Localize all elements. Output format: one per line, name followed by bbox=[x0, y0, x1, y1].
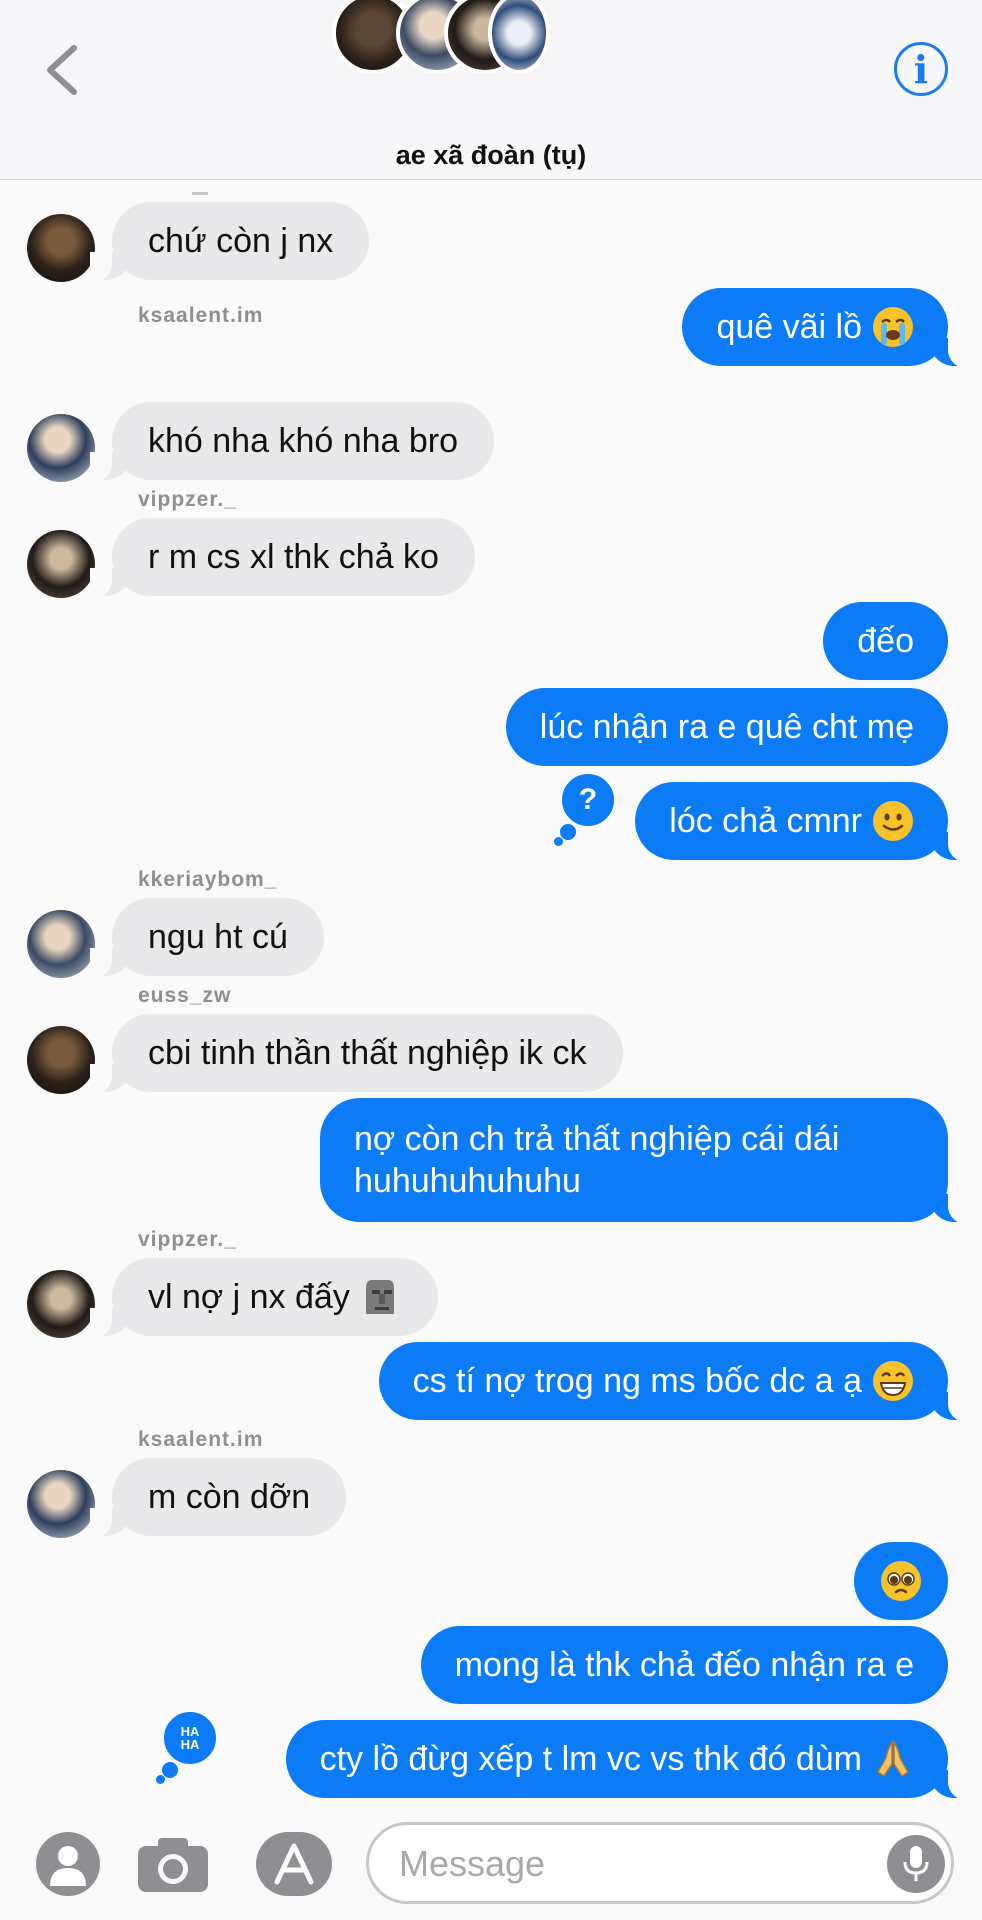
grinning-face-icon bbox=[872, 1360, 914, 1402]
message-bubble-incoming[interactable]: vl nợ j nx đấy bbox=[90, 1258, 438, 1338]
camera-icon bbox=[138, 1838, 208, 1892]
sender-name: ksaalent.im bbox=[138, 304, 264, 327]
tapback-tail bbox=[554, 837, 563, 846]
message-bubble-outgoing[interactable]: cty lồ đừg xếp t lm vc vs thk đó dùm bbox=[285, 1720, 971, 1800]
message-bubble-outgoing[interactable] bbox=[854, 1542, 948, 1620]
conversation-header: i ae xã đoàn (tụ) bbox=[0, 0, 982, 180]
sender-name-fragment bbox=[192, 192, 208, 195]
folded-hands-icon bbox=[872, 1738, 914, 1780]
avatar bbox=[27, 910, 95, 978]
sender-name: euss_zw bbox=[138, 984, 232, 1007]
message-bubble-incoming[interactable]: m còn dỡn bbox=[89, 1458, 347, 1538]
message-bubble-incoming[interactable]: cbi tinh thần thất nghiệp ik ck bbox=[90, 1014, 623, 1094]
back-button[interactable] bbox=[40, 40, 84, 100]
message-text: ngu ht cú bbox=[148, 918, 288, 956]
avatar bbox=[27, 414, 95, 482]
message-thread[interactable]: chứ còn j nx quê vãi lồ ksaalent.im khó … bbox=[0, 180, 982, 1800]
contacts-button[interactable] bbox=[36, 1832, 100, 1896]
message-composer bbox=[0, 1800, 982, 1920]
message-bubble-outgoing[interactable]: nợ còn ch trả thất nghiệp cái dái huhuhu… bbox=[320, 1098, 970, 1224]
message-text: vl nợ j nx đấy bbox=[148, 1278, 350, 1316]
conversation-title[interactable]: ae xã đoàn (tụ) bbox=[0, 140, 982, 171]
message-text: cty lồ đừg xếp t lm vc vs thk đó dùm bbox=[319, 1740, 862, 1778]
message-bubble-incoming[interactable]: chứ còn j nx bbox=[89, 202, 370, 282]
person-icon bbox=[50, 1846, 86, 1886]
message-bubble-outgoing[interactable]: quê vãi lồ bbox=[682, 288, 970, 368]
chevron-left-icon bbox=[47, 45, 77, 95]
message-input[interactable] bbox=[399, 1839, 879, 1889]
avatar bbox=[27, 1026, 95, 1094]
message-text: khó nha khó nha bro bbox=[148, 422, 459, 460]
camera-button[interactable] bbox=[134, 1834, 212, 1894]
group-avatar-stack[interactable] bbox=[332, 0, 552, 74]
message-bubble-outgoing[interactable]: cs tí nợ trog ng ms bốc dc a ạ bbox=[378, 1342, 971, 1422]
message-text: đếo bbox=[857, 622, 914, 660]
dictation-button[interactable] bbox=[887, 1835, 945, 1893]
info-icon: i bbox=[913, 46, 929, 92]
tapback-question-badge[interactable]: ? bbox=[558, 770, 618, 830]
message-bubble-incoming[interactable]: ngu ht cú bbox=[90, 898, 324, 978]
message-bubble-outgoing[interactable]: lóc chả cmnr bbox=[635, 782, 970, 862]
message-input-container[interactable] bbox=[366, 1822, 954, 1904]
avatar bbox=[27, 1270, 95, 1338]
message-text: chứ còn j nx bbox=[148, 222, 334, 260]
microphone-icon bbox=[903, 1846, 929, 1881]
message-text: lúc nhận ra e quê cht mẹ bbox=[539, 708, 914, 746]
pleading-face-icon bbox=[880, 1560, 922, 1602]
message-text: m còn dỡn bbox=[148, 1478, 311, 1516]
message-text: lóc chả cmnr bbox=[669, 802, 862, 840]
message-bubble-outgoing[interactable]: đếo bbox=[823, 602, 948, 680]
message-bubble-incoming[interactable]: khó nha khó nha bro bbox=[89, 402, 495, 482]
message-text: cs tí nợ trog ng ms bốc dc a ạ bbox=[412, 1362, 862, 1400]
app-store-icon bbox=[274, 1843, 314, 1885]
moai-icon bbox=[360, 1276, 402, 1318]
avatar bbox=[27, 1470, 95, 1538]
message-text: nợ còn ch trả thất nghiệp cái dái huhuhu… bbox=[354, 1120, 840, 1200]
message-text: r m cs xl thk chả ko bbox=[148, 538, 439, 576]
sender-name: ksaalent.im bbox=[138, 1428, 264, 1451]
tapback-tail bbox=[560, 824, 576, 840]
message-bubble-outgoing[interactable]: lúc nhận ra e quê cht mẹ bbox=[505, 688, 948, 766]
message-text: mong là thk chả đếo nhận ra e bbox=[454, 1646, 914, 1684]
message-text: quê vãi lồ bbox=[716, 308, 862, 346]
message-bubble-incoming[interactable]: r m cs xl thk chả ko bbox=[90, 518, 475, 598]
tapback-tail bbox=[156, 1775, 165, 1784]
tapback-tail bbox=[162, 1762, 178, 1778]
message-bubble-outgoing[interactable]: mong là thk chả đếo nhận ra e bbox=[420, 1626, 948, 1704]
info-button[interactable]: i bbox=[894, 42, 948, 96]
sender-name: vippzer._ bbox=[138, 488, 237, 511]
message-text: cbi tinh thần thất nghiệp ik ck bbox=[148, 1034, 587, 1072]
sender-name: kkeriaybom_ bbox=[138, 868, 278, 891]
sender-name: vippzer._ bbox=[138, 1228, 237, 1251]
avatar bbox=[27, 530, 95, 598]
member-avatar bbox=[488, 0, 550, 74]
avatar bbox=[27, 214, 95, 282]
slightly-smiling-face-icon bbox=[872, 800, 914, 842]
tapback-haha-badge[interactable]: HA HA bbox=[160, 1708, 220, 1768]
loudly-crying-face-icon bbox=[872, 306, 914, 348]
app-store-button[interactable] bbox=[256, 1832, 332, 1896]
